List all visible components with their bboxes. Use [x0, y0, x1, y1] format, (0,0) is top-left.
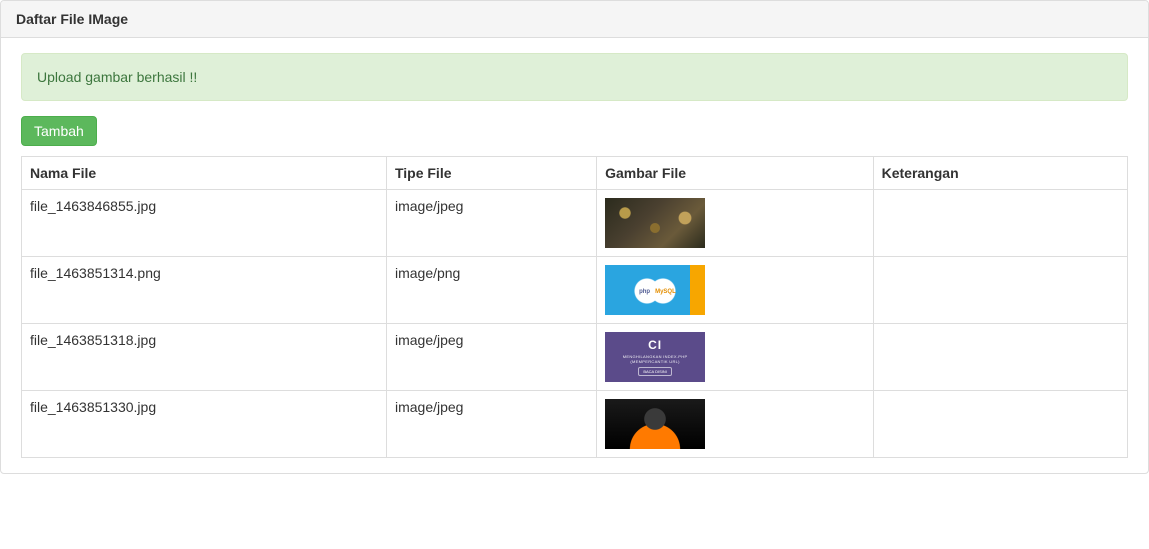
cell-image: [597, 391, 874, 458]
alert-success: Upload gambar berhasil !!: [21, 53, 1128, 101]
panel-body: Upload gambar berhasil !! Tambah Nama Fi…: [1, 38, 1148, 473]
cell-type: image/jpeg: [386, 324, 596, 391]
col-note: Keterangan: [873, 157, 1127, 190]
thumbnail-image: [605, 198, 705, 248]
table-header-row: Nama File Tipe File Gambar File Keterang…: [22, 157, 1128, 190]
cell-name: file_1463851314.png: [22, 257, 387, 324]
cell-name: file_1463851318.jpg: [22, 324, 387, 391]
cell-note: [873, 391, 1127, 458]
cell-type: image/jpeg: [386, 190, 596, 257]
cell-note: [873, 190, 1127, 257]
cell-type: image/jpeg: [386, 391, 596, 458]
cell-image: php MySQL: [597, 257, 874, 324]
panel-title: Daftar File IMage: [1, 1, 1148, 38]
table-row: file_1463851314.png image/png php MySQL: [22, 257, 1128, 324]
cell-note: [873, 257, 1127, 324]
table-row: file_1463846855.jpg image/jpeg: [22, 190, 1128, 257]
col-image: Gambar File: [597, 157, 874, 190]
cell-type: image/png: [386, 257, 596, 324]
cell-name: file_1463846855.jpg: [22, 190, 387, 257]
table-row: file_1463851330.jpg image/jpeg: [22, 391, 1128, 458]
cell-name: file_1463851330.jpg: [22, 391, 387, 458]
thumbnail-image: php MySQL: [605, 265, 705, 315]
cell-image: CI MENGHILANGKAN INDEX.PHP (MEMPERCANTIK…: [597, 324, 874, 391]
panel: Daftar File IMage Upload gambar berhasil…: [0, 0, 1149, 474]
thumbnail-image: [605, 399, 705, 449]
cell-image: [597, 190, 874, 257]
cell-note: [873, 324, 1127, 391]
col-name: Nama File: [22, 157, 387, 190]
col-type: Tipe File: [386, 157, 596, 190]
thumbnail-image: CI MENGHILANGKAN INDEX.PHP (MEMPERCANTIK…: [605, 332, 705, 382]
table-row: file_1463851318.jpg image/jpeg CI MENGHI…: [22, 324, 1128, 391]
add-button[interactable]: Tambah: [21, 116, 97, 146]
file-table: Nama File Tipe File Gambar File Keterang…: [21, 156, 1128, 458]
